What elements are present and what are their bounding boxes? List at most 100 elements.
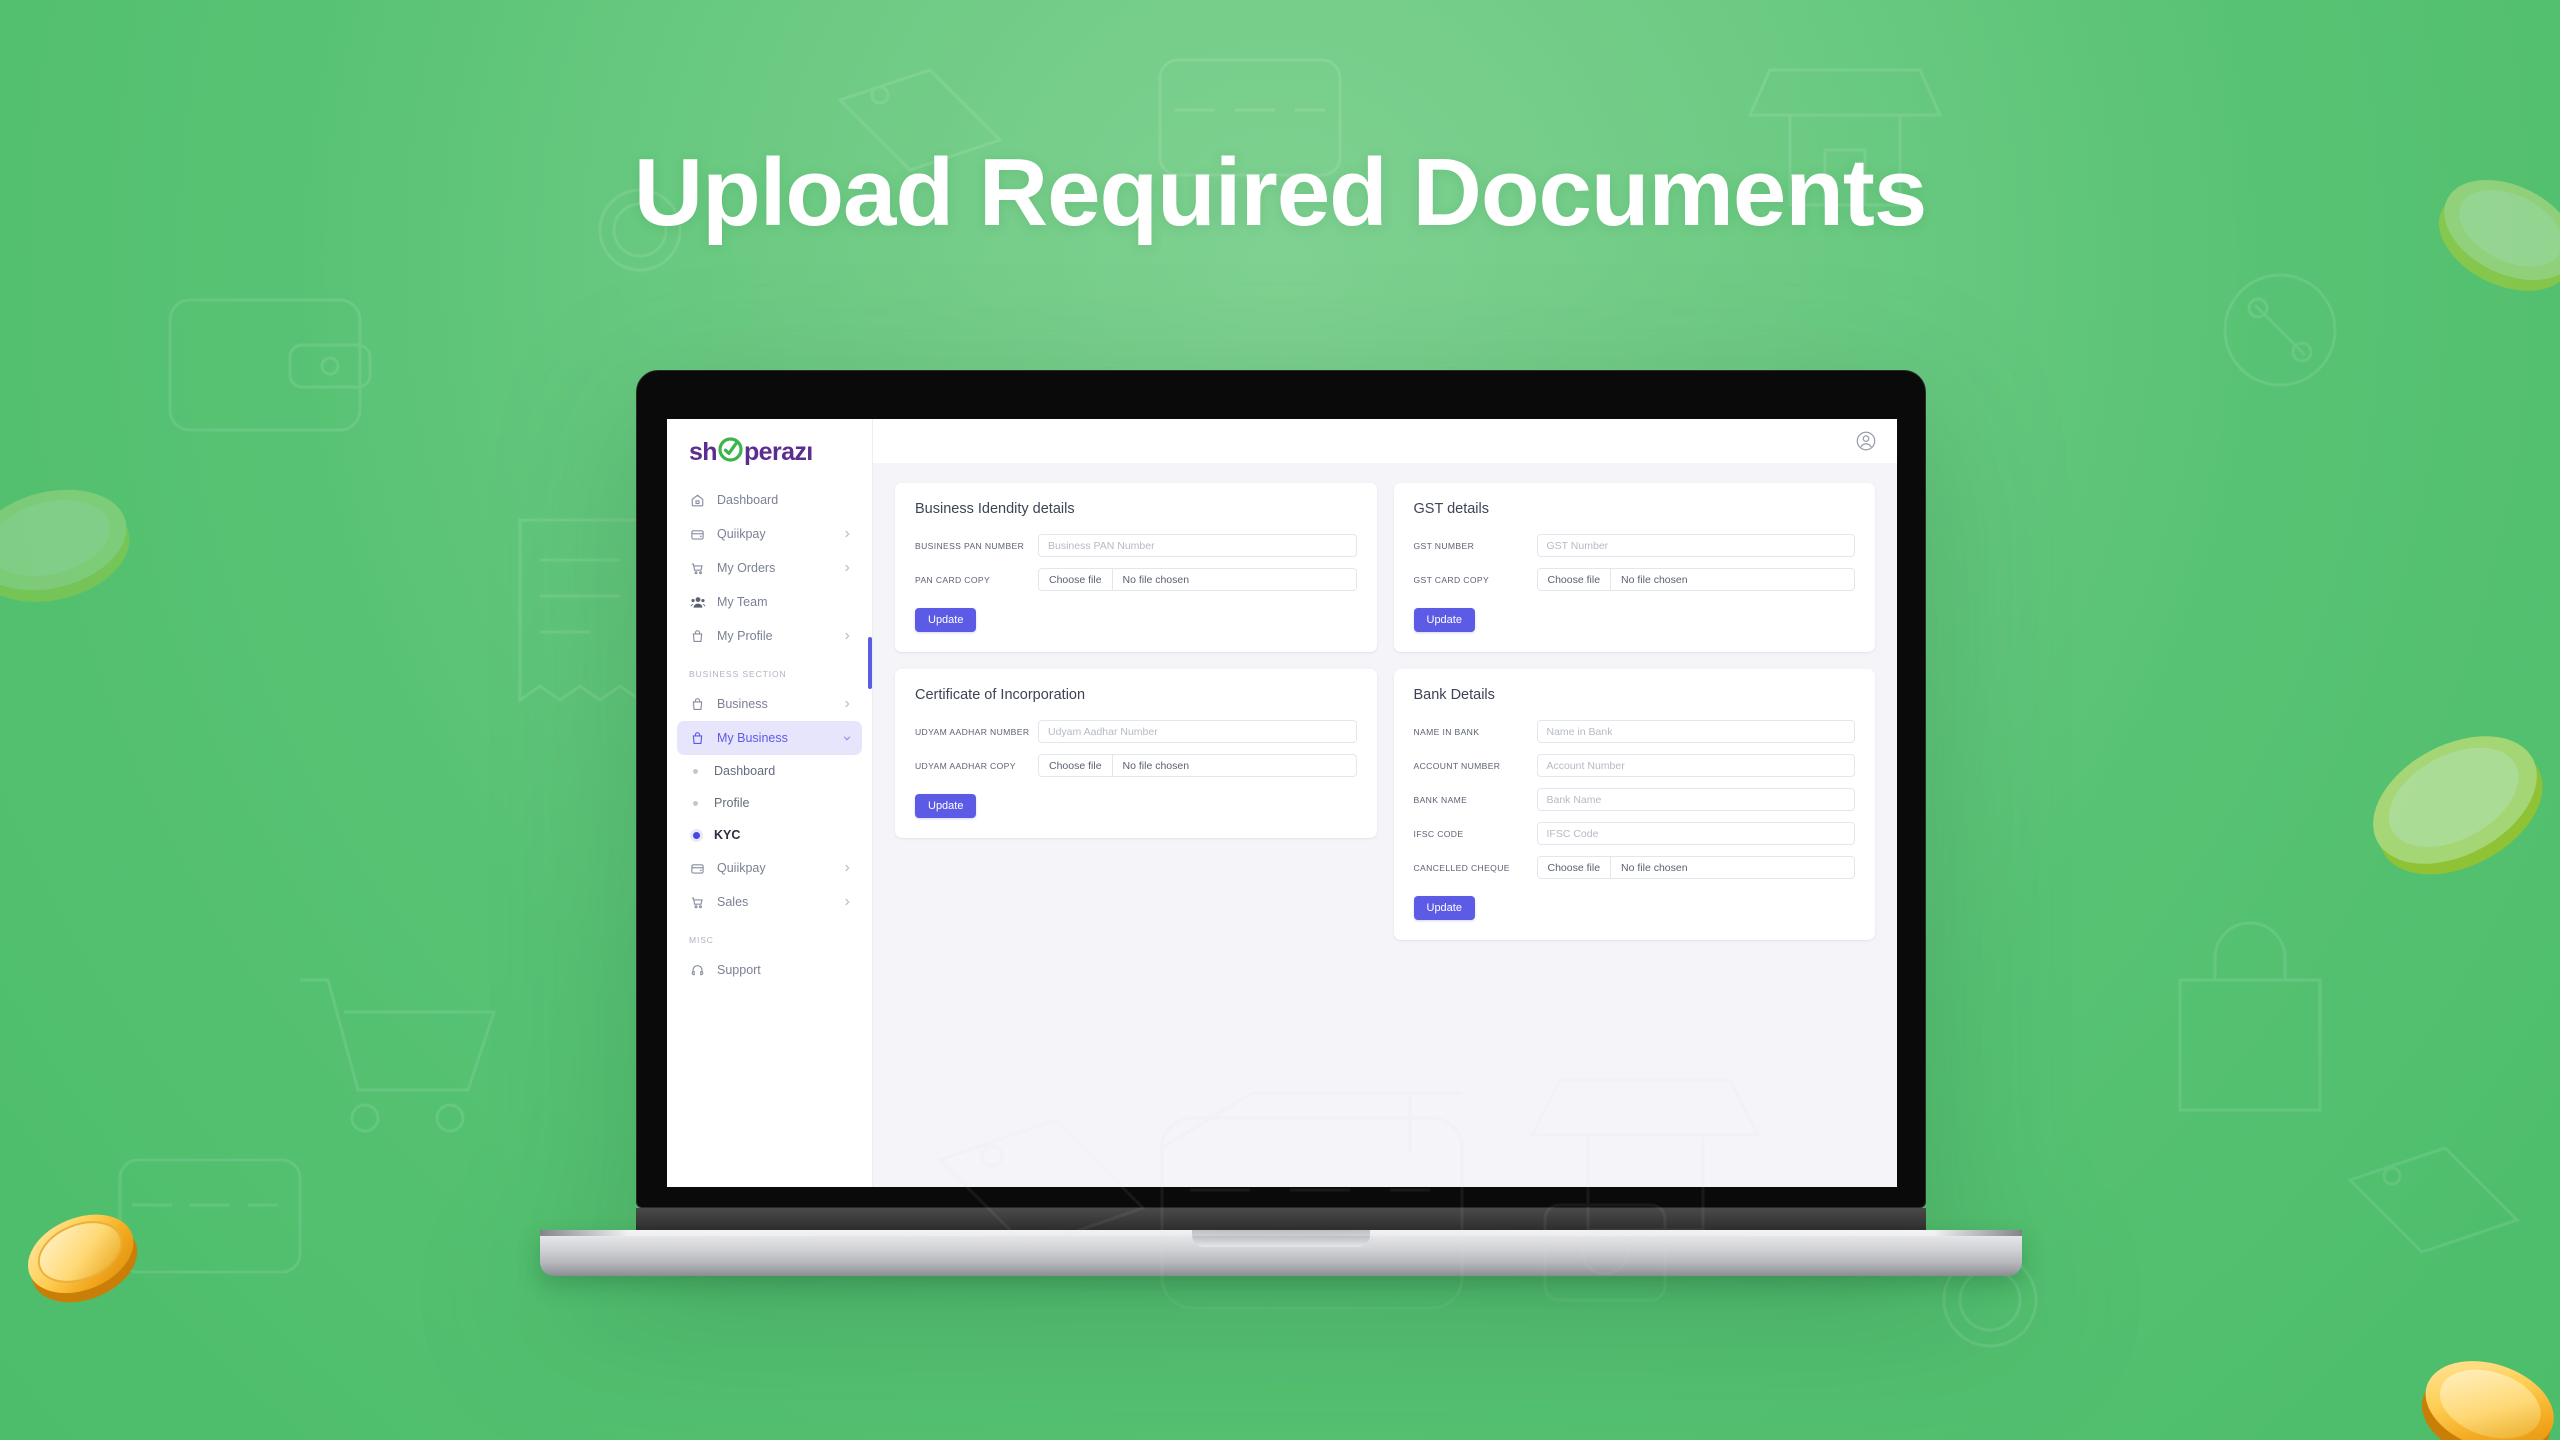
field-label: NAME IN BANK [1413, 726, 1480, 737]
sidebar-item-my-business[interactable]: My Business [677, 721, 862, 755]
card-business-identity: Business Idendity details BUSINESS PAN N… [895, 483, 1377, 652]
logo-text-left: sh [689, 437, 718, 466]
laptop-base [540, 1230, 2022, 1276]
ifsc-code-input[interactable]: IFSC Code [1536, 822, 1855, 845]
field-label: UDYAM AADHAR NUMBER [915, 726, 1030, 737]
chevron-down-icon [842, 733, 852, 743]
field-bank-name: BANK NAME Bank Name [1414, 788, 1855, 811]
app-viewport: sh perazı Dashboard Quiikpay My Orders M… [667, 419, 1897, 1187]
bullet-icon [693, 768, 698, 774]
sidebar-item-label: My Orders [717, 561, 776, 575]
laptop-mockup: sh perazı Dashboard Quiikpay My Orders M… [540, 370, 2022, 1276]
page-title: Upload Required Documents [633, 139, 1927, 246]
bag-icon [689, 696, 706, 713]
topbar [873, 419, 1897, 463]
gold-coin-decoration [18, 1190, 143, 1315]
choose-file-button[interactable]: Choose file [1538, 857, 1612, 878]
card-title: GST details [1413, 501, 1490, 517]
field-label: ACCOUNT NUMBER [1413, 760, 1501, 771]
card-title: Certificate of Incorporation [915, 687, 1086, 703]
kyc-forms-grid: Business Idendity details BUSINESS PAN N… [873, 463, 1897, 1187]
sidebar-item-label: My Business [717, 731, 788, 745]
field-udyam-aadhar-copy: UDYAM AADHAR COPY Choose file No file ch… [915, 754, 1357, 777]
chevron-right-icon [842, 897, 852, 907]
sidebar-item-label: Support [717, 963, 761, 977]
update-gst-button[interactable]: Update [1413, 608, 1475, 632]
sidebar-item-business[interactable]: Business [677, 687, 862, 721]
sidebar-item-my-team[interactable]: My Team [677, 585, 862, 619]
field-label: PAN CARD COPY [915, 574, 991, 585]
account-number-input[interactable]: Account Number [1536, 754, 1855, 777]
team-icon [689, 594, 706, 611]
chevron-right-icon [842, 631, 852, 641]
choose-file-button[interactable]: Choose file [1538, 569, 1612, 590]
card-title: Business Idendity details [915, 501, 1075, 517]
choose-file-button[interactable]: Choose file [1039, 755, 1113, 776]
sidebar-item-my-orders[interactable]: My Orders [677, 551, 862, 585]
field-pan-card-copy: PAN CARD COPY Choose file No file chosen [915, 568, 1357, 591]
sidebar-item-sales[interactable]: Sales [677, 885, 862, 919]
sidebar-item-label: Quiikpay [717, 861, 766, 875]
field-ifsc-code: IFSC CODE IFSC Code [1414, 822, 1855, 845]
name-in-bank-input[interactable]: Name in Bank [1536, 720, 1855, 743]
pan-card-copy-file-input[interactable]: Choose file No file chosen [1038, 568, 1357, 591]
bag-icon [689, 730, 706, 747]
sidebar: sh perazı Dashboard Quiikpay My Orders M… [667, 419, 873, 1187]
bullet-icon [693, 831, 700, 839]
field-label: GST CARD COPY [1413, 574, 1490, 585]
sidebar-item-label: Business [717, 697, 768, 711]
gst-card-copy-file-input[interactable]: Choose file No file chosen [1536, 568, 1855, 591]
sidebar-subitem-profile[interactable]: Profile [677, 787, 862, 819]
sidebar-item-quiikpay[interactable]: Quiikpay [677, 517, 862, 551]
file-status-label: No file chosen [1122, 573, 1190, 586]
wallet-icon [689, 526, 706, 543]
card-bank-details: Bank Details NAME IN BANK Name in Bank A… [1393, 669, 1875, 940]
field-label: UDYAM AADHAR COPY [915, 760, 1016, 771]
sidebar-item-quiikpay-business[interactable]: Quiikpay [677, 851, 862, 885]
brand-logo[interactable]: sh perazı [667, 419, 872, 483]
sidebar-item-support[interactable]: Support [677, 953, 862, 987]
update-incorporation-button[interactable]: Update [915, 794, 977, 818]
field-account-number: ACCOUNT NUMBER Account Number [1413, 754, 1855, 777]
cancelled-cheque-file-input[interactable]: Choose file No file chosen [1536, 856, 1855, 879]
laptop-bezel: sh perazı Dashboard Quiikpay My Orders M… [636, 370, 1926, 1208]
choose-file-button[interactable]: Choose file [1039, 569, 1113, 590]
logo-check-circle-icon [718, 437, 743, 467]
field-business-pan-number: BUSINESS PAN NUMBER Business PAN Number [915, 534, 1357, 557]
sidebar-section-misc: MISC [689, 935, 714, 945]
sidebar-subitem-label: Profile [714, 796, 750, 810]
sidebar-subitem-kyc[interactable]: KYC [677, 819, 862, 851]
avatar[interactable] [1855, 430, 1877, 452]
gst-number-input[interactable]: GST Number [1536, 534, 1855, 557]
gold-coin-decoration-3 [2355, 700, 2555, 900]
field-gst-card-copy: GST CARD COPY Choose file No file chosen [1413, 568, 1855, 591]
sidebar-item-label: Dashboard [717, 493, 779, 507]
file-status-label: No file chosen [1621, 861, 1688, 874]
sidebar-item-my-profile[interactable]: My Profile [677, 619, 862, 653]
field-name-in-bank: NAME IN BANK Name in Bank [1413, 720, 1855, 743]
udyam-aadhar-copy-file-input[interactable]: Choose file No file chosen [1038, 754, 1357, 777]
sidebar-subitem-label: KYC [714, 828, 741, 842]
chevron-right-icon [842, 863, 852, 873]
sidebar-subitem-dashboard[interactable]: Dashboard [677, 755, 862, 787]
gold-coin-decoration-5 [0, 450, 140, 630]
field-label: CANCELLED CHEQUE [1413, 862, 1510, 873]
field-udyam-aadhar-number: UDYAM AADHAR NUMBER Udyam Aadhar Number [915, 720, 1357, 743]
bank-name-input[interactable]: Bank Name [1536, 788, 1855, 811]
update-bank-details-button[interactable]: Update [1413, 896, 1475, 920]
headset-icon [689, 962, 706, 979]
main-area: Business Idendity details BUSINESS PAN N… [873, 419, 1897, 1187]
sidebar-item-dashboard[interactable]: Dashboard [677, 483, 862, 517]
field-cancelled-cheque: CANCELLED CHEQUE Choose file No file cho… [1413, 856, 1855, 879]
update-business-identity-button[interactable]: Update [915, 608, 977, 632]
card-gst-details: GST details GST NUMBER GST Number GST CA… [1393, 483, 1875, 652]
wallet-icon [689, 860, 706, 877]
field-gst-number: GST NUMBER GST Number [1414, 534, 1855, 557]
logo-text-right: perazı [743, 437, 813, 466]
sidebar-scrollbar[interactable] [868, 637, 872, 689]
sidebar-item-label: My Team [717, 595, 768, 609]
udyam-aadhar-number-input[interactable]: Udyam Aadhar Number [1038, 720, 1357, 743]
laptop-hinge [636, 1208, 1926, 1230]
gold-coin-decoration-2 [2415, 1330, 2560, 1440]
business-pan-number-input[interactable]: Business PAN Number [1038, 534, 1357, 557]
